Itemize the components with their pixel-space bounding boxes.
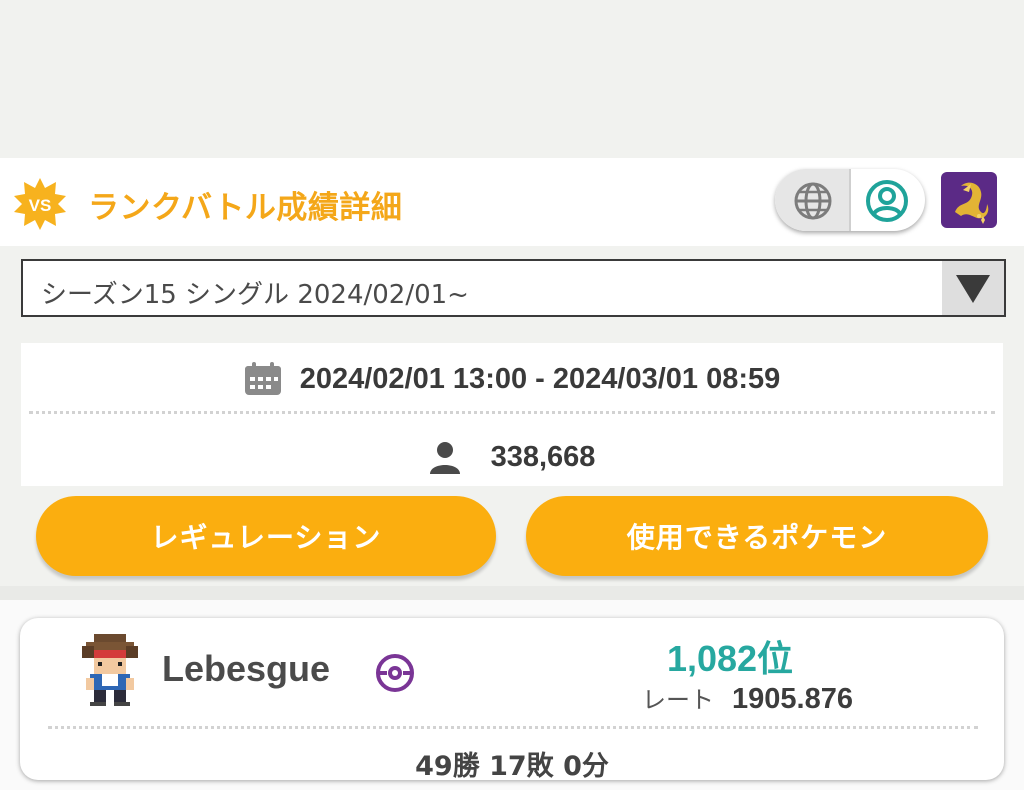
triangle-down-icon	[956, 275, 990, 303]
top-blank-area	[0, 0, 1024, 158]
player-count-row: 338,668	[21, 435, 1003, 479]
page-title: ランクバトル成績詳細	[88, 190, 403, 226]
view-toggle[interactable]	[775, 169, 925, 231]
rate-row: レート 1905.876	[642, 680, 853, 716]
usable-pokemon-button[interactable]: 使用できるポケモン	[526, 496, 988, 576]
globe-icon	[794, 182, 832, 220]
season-period: 2024/02/01 13:00 - 2024/03/01 08:59	[299, 362, 781, 395]
trainer-avatar	[82, 634, 138, 706]
player-record-card[interactable]: Lebesgue 1,082位 レート 1905.876 49勝 17敗 0分	[20, 618, 1004, 782]
win-loss-record: 49勝 17敗 0分	[415, 751, 609, 782]
pokeball-icon	[376, 654, 414, 692]
season-select[interactable]: シーズン15 シングル 2024/02/01~	[21, 259, 1006, 317]
calendar-icon	[244, 362, 281, 395]
user-circle-icon	[866, 180, 908, 222]
player-count: 338,668	[490, 440, 596, 473]
section-divider	[0, 586, 1024, 600]
regulation-button[interactable]: レギュレーション	[36, 496, 496, 576]
divider	[48, 726, 978, 729]
player-name: Lebesgue	[162, 648, 331, 689]
person-icon	[429, 442, 460, 474]
player-rank: 1,082位	[666, 638, 794, 679]
divider	[29, 411, 995, 414]
season-select-value: シーズン15 シングル 2024/02/01~	[41, 280, 469, 310]
rate-label: レート	[642, 686, 714, 714]
vs-badge-icon: VS	[14, 178, 66, 230]
season-period-row: 2024/02/01 13:00 - 2024/03/01 08:59	[21, 357, 1003, 401]
rate-value: 1905.876	[732, 683, 853, 715]
dragon-app-icon[interactable]	[941, 172, 997, 228]
dragon-emblem-icon	[955, 182, 989, 224]
season-info-card: 2024/02/01 13:00 - 2024/03/01 08:59 338,…	[21, 343, 1003, 486]
vs-badge-text: VS	[29, 196, 52, 215]
dropdown-arrow[interactable]	[942, 261, 1004, 315]
globe-toggle-button[interactable]	[775, 169, 851, 231]
